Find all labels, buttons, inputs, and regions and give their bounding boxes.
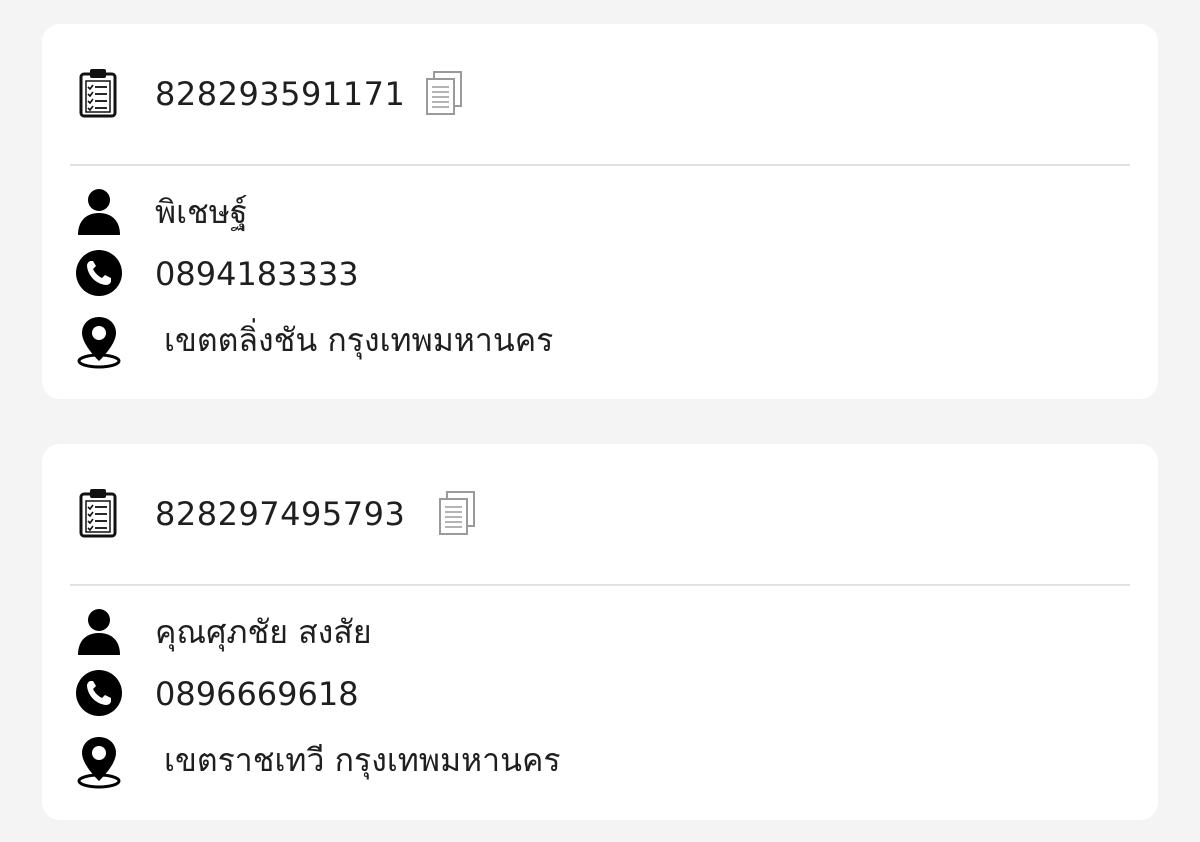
phone-row: 0896669618 [42, 666, 1158, 722]
customer-name: พิเชษฐ์ [155, 193, 248, 231]
clipboard-checklist-icon [79, 69, 117, 118]
order-header: 828293591171 [42, 24, 1158, 164]
copy-documents-icon[interactable] [424, 70, 464, 116]
map-pin-icon [77, 737, 121, 789]
phone-icon [76, 250, 122, 296]
divider [70, 584, 1130, 586]
phone-number: 0896669618 [155, 675, 359, 713]
map-pin-icon [77, 317, 121, 369]
customer-name: คุณศุภชัย สงสัย [155, 613, 372, 651]
location-row: เขตราชเทวี กรุงเทพมหานคร [42, 732, 1158, 789]
copy-documents-icon[interactable] [437, 490, 477, 536]
tracking-number: 828297495793 [155, 495, 406, 533]
customer-name-row: พิเชษฐ์ [42, 184, 1158, 240]
tracking-number: 828293591171 [155, 75, 406, 113]
user-icon [78, 609, 120, 655]
location: เขตตลิ่งชัน กรุงเทพมหานคร [164, 321, 554, 359]
order-card: 828297495793 คุณศุภชัย สงสัย 0896669618 [42, 444, 1158, 820]
customer-name-row: คุณศุภชัย สงสัย [42, 604, 1158, 660]
order-card: 828293591171 พิเชษฐ์ 0894183333 เขตตลิ่ง… [42, 24, 1158, 399]
user-icon [78, 189, 120, 235]
phone-icon [76, 670, 122, 716]
phone-number: 0894183333 [155, 255, 359, 293]
order-header: 828297495793 [42, 444, 1158, 584]
location: เขตราชเทวี กรุงเทพมหานคร [164, 741, 561, 779]
location-row: เขตตลิ่งชัน กรุงเทพมหานคร [42, 312, 1158, 369]
phone-row: 0894183333 [42, 246, 1158, 302]
divider [70, 164, 1130, 166]
clipboard-checklist-icon [79, 489, 117, 538]
